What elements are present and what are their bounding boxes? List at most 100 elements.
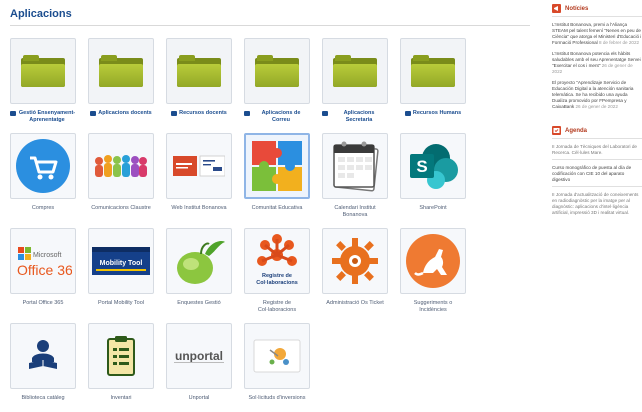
svg-text:Mobility Tool: Mobility Tool	[100, 260, 143, 267]
tile-label: Calendari Institut Bonanova	[334, 205, 376, 218]
svg-text:Microsoft: Microsoft	[33, 252, 61, 259]
news-section: Notícies L'Institut Bonanova, premi a l'…	[552, 4, 642, 110]
folder-icon	[400, 38, 466, 104]
clipboard-icon	[88, 323, 154, 389]
folder-small-icon	[90, 111, 97, 116]
agenda-section: Agenda II Jornada de Tècniques del Labor…	[552, 126, 642, 216]
agenda-text: Curso monográfico de puesta al día de co…	[552, 165, 632, 182]
app-tile-os-ticket[interactable]: Administració Os Ticket	[322, 228, 388, 307]
agenda-item[interactable]: II Jornada de Tècniques del Laboratori d…	[552, 144, 642, 156]
agenda-text: II Jornada d'actualització de coneixemen…	[552, 192, 639, 215]
agenda-item[interactable]: Curso monográfico de puesta al día de co…	[552, 165, 642, 183]
tile-label: Administració Os Ticket	[326, 300, 384, 306]
tile-label: Recursos Humans	[412, 110, 462, 116]
people-group-icon	[88, 133, 154, 199]
title-divider	[10, 25, 530, 26]
tile-label: Comunicacions Claustre	[91, 205, 151, 211]
unportal-icon: unportal	[166, 323, 232, 389]
app-tile-comunicacions-claustre[interactable]: Comunicacions Claustre	[88, 133, 154, 212]
collaborations-icon: Registre de Col·laboracions	[244, 228, 310, 294]
folder-small-icon	[10, 111, 16, 116]
office365-icon: Microsoft Office 365	[10, 228, 76, 294]
news-divider	[552, 16, 642, 17]
requests-icon	[244, 323, 310, 389]
app-tile-aplicacions-correu[interactable]: Aplicacions de Correu	[244, 38, 310, 124]
folder-small-icon	[171, 111, 178, 116]
tile-label: Compres	[31, 205, 55, 211]
folder-icon	[88, 38, 154, 104]
library-reader-icon	[10, 323, 76, 389]
shopping-cart-icon	[10, 133, 76, 199]
tile-label: Portal Office 365	[22, 300, 64, 306]
app-tile-office365[interactable]: Microsoft Office 365 Portal Office 365	[10, 228, 76, 307]
gear-ticket-icon	[322, 228, 388, 294]
tile-label: Enquestes Gestió	[177, 300, 221, 306]
app-tile-registre-collaboracions[interactable]: Registre de Col·laboracions Registre de C…	[244, 228, 310, 314]
folder-icon	[244, 38, 310, 104]
news-item[interactable]: L'Institut Bonanova, premi a l'Aliança S…	[552, 22, 642, 46]
agenda-title: Agenda	[565, 127, 588, 134]
tile-label: Aplicacions docents	[98, 110, 152, 116]
page-title: Aplicacions	[10, 8, 72, 20]
lime-survey-icon	[166, 228, 232, 294]
agenda-text: II Jornada de Tècniques del Laboratori d…	[552, 144, 637, 155]
kangaroo-icon	[400, 228, 466, 294]
app-tile-mobility-tool[interactable]: Mobility Tool Portal Mobility Tool	[88, 228, 154, 307]
app-tile-web-institut[interactable]: Web Institut Bonanova	[166, 133, 232, 212]
tile-label: Web Institut Bonanova	[171, 205, 227, 211]
news-heading: Notícies	[552, 4, 642, 13]
folder-small-icon	[244, 111, 250, 116]
tile-label: Aplicacions de Correu	[261, 110, 301, 123]
svg-text:unportal: unportal	[175, 349, 223, 363]
svg-text:S: S	[416, 157, 427, 176]
app-tile-suggeriments[interactable]: Suggeriments o Incidències	[400, 228, 466, 314]
tile-label: Suggeriments o Incidències	[413, 300, 453, 313]
tile-label: Aplicacions Secretaria	[343, 110, 375, 123]
folder-small-icon	[404, 111, 411, 116]
news-date: 26 de gener de 2022	[575, 104, 618, 109]
sharepoint-icon: S	[400, 133, 466, 199]
news-item[interactable]: L'Institut Bonanova potencia els hàbits …	[552, 51, 642, 75]
mobility-tool-icon: Mobility Tool	[88, 228, 154, 294]
agenda-divider	[552, 138, 642, 139]
app-tile-recursos-docents[interactable]: Recursos docents	[166, 38, 232, 117]
app-tile-enquestes[interactable]: Enquestes Gestió	[166, 228, 232, 307]
news-date: 8 de febrer de 2022	[598, 40, 640, 45]
news-item[interactable]: El proyecto "Aprendizaje Servicio de Edu…	[552, 80, 642, 110]
calendar-check-icon	[552, 126, 561, 135]
applications-panel: Aplicacions Gestió Ensenyament-Aprenenta…	[0, 0, 540, 412]
app-tile-comunitat-educativa[interactable]: Comunitat Educativa	[244, 133, 310, 212]
app-tile-aplicacions-docents[interactable]: Aplicacions docents	[88, 38, 154, 117]
tile-label: Inventari	[110, 395, 132, 401]
agenda-divider	[552, 159, 642, 160]
app-tile-biblioteca[interactable]: Biblioteca catàleg	[10, 323, 76, 402]
app-tile-recursos-humans[interactable]: Recursos Humans	[400, 38, 466, 117]
app-tile-inventari[interactable]: Inventari	[88, 323, 154, 402]
news-title: Notícies	[565, 5, 589, 12]
tile-label: Recursos docents	[179, 110, 227, 116]
folder-icon	[10, 38, 76, 104]
app-tile-gestio[interactable]: Gestió Ensenyament-Aprenentatge	[10, 38, 76, 124]
puzzle-icon	[244, 133, 310, 199]
svg-text:Office 365: Office 365	[17, 262, 72, 278]
tile-label: Comunitat Educativa	[251, 205, 303, 211]
svg-text:Col·laboracions: Col·laboracions	[256, 280, 298, 286]
app-tile-calendari[interactable]: Calendari Institut Bonanova	[322, 133, 388, 219]
institut-bonanova-logo-icon	[166, 133, 232, 199]
agenda-item[interactable]: II Jornada d'actualització de coneixemen…	[552, 192, 642, 216]
sidebar: Notícies L'Institut Bonanova, premi a l'…	[552, 0, 642, 412]
app-tile-solicituds-inversions[interactable]: Sol·licituds d'inversions	[244, 323, 310, 402]
tile-label: Sol·licituds d'inversions	[248, 395, 306, 401]
tile-label: Unportal	[188, 395, 210, 401]
megaphone-icon	[552, 4, 561, 13]
tile-label: Gestió Ensenyament-Aprenentatge	[18, 110, 76, 123]
app-tile-sharepoint[interactable]: S SharePoint	[400, 133, 466, 212]
app-tile-unportal[interactable]: unportal Unportal	[166, 323, 232, 402]
agenda-heading: Agenda	[552, 126, 642, 135]
folder-small-icon	[322, 111, 328, 116]
app-tile-aplicacions-secretaria[interactable]: Aplicacions Secretaria	[322, 38, 388, 124]
tile-label: Registre de Col·laboracions	[257, 300, 297, 313]
tile-label: SharePoint	[419, 205, 447, 211]
app-tile-compres[interactable]: Compres	[10, 133, 76, 212]
svg-text:Registre de: Registre de	[262, 273, 292, 279]
